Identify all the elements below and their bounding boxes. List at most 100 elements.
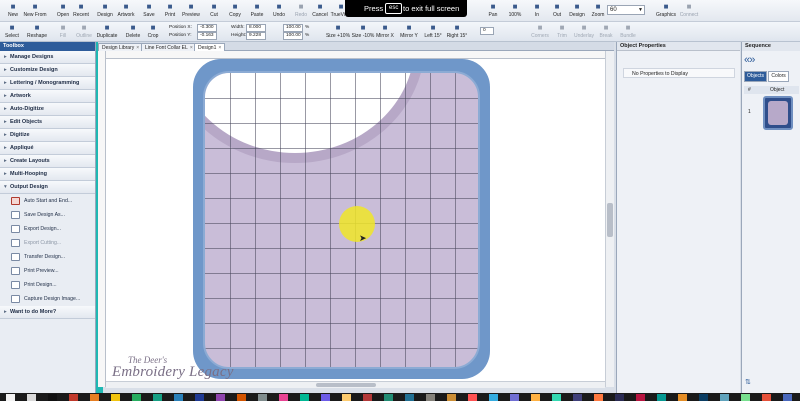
rotate-angle-field[interactable]: 0 (480, 27, 494, 35)
thread-color-swatch[interactable] (657, 394, 666, 401)
scroll-thumb[interactable] (607, 203, 613, 237)
toolbox-section-edit-objects[interactable]: ▸ Edit Objects (0, 116, 95, 129)
toolbar-new-from-button[interactable]: ■ New From (23, 1, 46, 21)
bundle-icon: ■ (625, 23, 631, 32)
thread-color-swatch[interactable] (69, 394, 78, 401)
tab-line-font-collar[interactable]: Line Font Collar EL × (141, 43, 197, 51)
vertical-ruler (98, 51, 106, 387)
toolbox-item-export-cutting[interactable]: Export Cutting... (0, 236, 95, 250)
toolbox-item-print-preview[interactable]: Print Preview... (0, 264, 95, 278)
thread-color-swatch[interactable] (573, 394, 582, 401)
toolbar-connect-button[interactable]: ■ Connect (678, 1, 700, 21)
canvas-horizontal-scrollbar[interactable] (106, 381, 605, 388)
toolbox-item-auto-start-and-end[interactable]: Auto Start and End... (0, 194, 95, 208)
sequence-object-thumbnail[interactable] (763, 96, 793, 130)
tab-colors[interactable]: Colors (768, 71, 789, 82)
thread-color-swatch[interactable] (615, 394, 624, 401)
thread-color-swatch[interactable] (699, 394, 708, 401)
export-design-icon (11, 225, 20, 233)
thread-color-swatch[interactable] (90, 394, 99, 401)
edit-toolbar: Position X: Position Y: -0.300 -0.163 Wi… (0, 22, 800, 42)
tab-design1[interactable]: Design1 × (194, 43, 226, 51)
thread-color-swatch[interactable] (195, 394, 204, 401)
thread-color-swatch[interactable] (216, 394, 225, 401)
width-percent-field[interactable]: 100.00 (283, 24, 303, 32)
toolbox-item-capture-design-image[interactable]: Capture Design Image... (0, 292, 95, 306)
thread-color-swatch[interactable] (552, 394, 561, 401)
thread-color-swatch[interactable] (489, 394, 498, 401)
position-x-field[interactable]: -0.300 (197, 24, 217, 32)
toolbox-section-digitize[interactable]: ▸ Digitize (0, 129, 95, 142)
toolbox-section-output-design[interactable]: ▾ Output Design (0, 181, 95, 194)
edit-duplicate-button[interactable]: ■ Duplicate (96, 23, 118, 42)
zoom-in-icon: ■ (534, 2, 540, 11)
thread-color-swatch[interactable] (426, 394, 435, 401)
toolbox-section-label: Customize Design (10, 67, 58, 73)
thread-color-swatch[interactable] (153, 394, 162, 401)
thread-color-swatch[interactable] (363, 394, 372, 401)
rotate-right-icon: ■ (454, 23, 460, 32)
toolbox-section-want-to-do-more[interactable]: ▸ Want to do More? (0, 306, 95, 319)
thread-color-swatch[interactable] (300, 394, 309, 401)
thread-color-swatch[interactable] (384, 394, 393, 401)
edit-reshape-button[interactable]: ■ Reshape (26, 23, 48, 42)
new-icon: ■ (10, 2, 16, 11)
thread-color-swatch[interactable] (594, 394, 603, 401)
thread-color-swatch[interactable] (132, 394, 141, 401)
thread-color-swatch[interactable] (405, 394, 414, 401)
thread-color-swatch[interactable] (342, 394, 351, 401)
pan-icon: ■ (490, 2, 496, 11)
tab-objects[interactable]: Objects (744, 71, 767, 82)
design-canvas[interactable]: ➤ (106, 59, 609, 381)
toolbox-section-manage-designs[interactable]: ▸ Manage Designs (0, 51, 95, 64)
thumbnail-preview (768, 101, 788, 125)
scroll-thumb[interactable] (316, 383, 376, 387)
toolbox-section-artwork[interactable]: ▸ Artwork (0, 90, 95, 103)
thread-color-swatch[interactable] (468, 394, 477, 401)
toolbox-section-lettering-monogramming[interactable]: ▸ Lettering / Monogramming (0, 77, 95, 90)
hoop-grid-line (205, 248, 478, 249)
thread-color-swatch[interactable] (783, 394, 792, 401)
position-y-field[interactable]: -0.163 (197, 32, 217, 40)
toolbox-section-multi-hooping[interactable]: ▸ Multi-Hooping (0, 168, 95, 181)
thread-color-swatch[interactable] (111, 394, 120, 401)
chevron-double-left-icon[interactable]: « (744, 54, 750, 66)
toolbox-item-transfer-design[interactable]: Transfer Design... (0, 250, 95, 264)
toolbox-section-customize-design[interactable]: ▸ Customize Design (0, 64, 95, 77)
thread-color-swatch[interactable] (27, 394, 36, 401)
thread-color-swatch[interactable] (741, 394, 750, 401)
tab-design-library[interactable]: Design Library × (98, 43, 144, 51)
thread-color-swatch[interactable] (174, 394, 183, 401)
height-percent-field[interactable]: 100.00 (283, 32, 303, 40)
toolbox-section-appliqu[interactable]: ▸ Appliqué (0, 142, 95, 155)
toolbox-item-label: Transfer Design... (24, 254, 66, 260)
toolbox-section-auto-digitize[interactable]: ▸ Auto-Digitize (0, 103, 95, 116)
thread-color-swatch[interactable] (678, 394, 687, 401)
toolbox-item-export-design[interactable]: Export Design... (0, 222, 95, 236)
thread-color-swatch[interactable] (237, 394, 246, 401)
thread-color-swatch[interactable] (636, 394, 645, 401)
width-field[interactable]: 8.000 (246, 24, 266, 32)
stitch-bundle-button[interactable]: ■ Bundle (617, 23, 639, 42)
chevron-double-right-icon[interactable]: » (749, 54, 755, 66)
edit-crop-button[interactable]: ■ Crop (142, 23, 164, 42)
thread-color-swatch[interactable] (510, 394, 519, 401)
toolbar-zoom-button[interactable]: ■ Zoom (587, 1, 609, 21)
thread-color-swatch[interactable] (531, 394, 540, 401)
thread-color-swatch[interactable] (6, 394, 15, 401)
zoom-level-select[interactable]: 60 ▼ (607, 5, 645, 15)
thread-color-swatch[interactable] (321, 394, 330, 401)
transform-right-15-button[interactable]: ■ Right 15° (446, 23, 468, 42)
toolbox-item-save-design-as[interactable]: Save Design As... (0, 208, 95, 222)
canvas-vertical-scrollbar[interactable] (605, 51, 614, 387)
thread-color-swatch[interactable] (279, 394, 288, 401)
thread-color-swatch[interactable] (258, 394, 267, 401)
sequence-sort-icon[interactable]: ⇅ (745, 378, 751, 386)
thread-color-swatch[interactable] (447, 394, 456, 401)
thread-color-swatch[interactable] (720, 394, 729, 401)
height-field[interactable]: 9.228 (246, 32, 266, 40)
thread-color-swatch[interactable] (48, 394, 57, 401)
toolbox-item-print-design[interactable]: Print Design... (0, 278, 95, 292)
thread-color-swatch[interactable] (762, 394, 771, 401)
toolbox-section-create-layouts[interactable]: ▸ Create Layouts (0, 155, 95, 168)
